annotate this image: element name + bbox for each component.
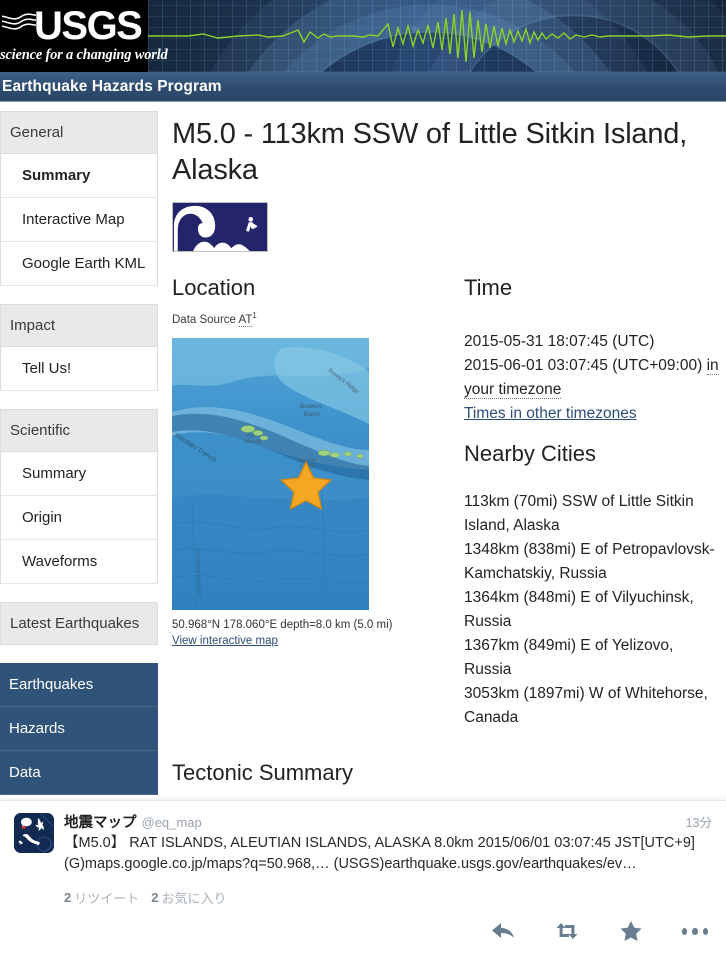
program-bar: Earthquake Hazards Program: [0, 72, 726, 102]
coordinates-text: 50.968°N 178.060°E depth=8.0 km (5.0 mi): [172, 618, 393, 631]
data-source-value[interactable]: AT: [238, 313, 253, 327]
info-columns: Location Data Source AT1 Bowers Basin Bo…: [172, 274, 722, 730]
usgs-logo[interactable]: USGS science for a changing world: [0, 0, 168, 72]
time-utc: 2015-05-31 18:07:45 (UTC): [464, 333, 655, 350]
map-coordinates-caption: 50.968°N 178.060°E depth=8.0 km (5.0 mi)…: [172, 617, 442, 649]
nav-header-scientific: Scientific: [1, 410, 157, 452]
sidebar-item-summary-scientific[interactable]: Summary: [1, 452, 157, 496]
tweet-text: 【M5.0】 RAT ISLANDS, ALEUTIAN ISLANDS, AL…: [64, 835, 695, 872]
program-bar-title: Earthquake Hazards Program: [2, 77, 222, 95]
data-source-footnote[interactable]: 1: [252, 311, 256, 320]
location-heading: Location: [172, 275, 256, 300]
nav-group-impact: Impact Tell Us!: [0, 304, 158, 391]
tectonic-summary-heading: Tectonic Summary: [172, 760, 353, 785]
favorite-count: 2: [151, 890, 159, 905]
time-heading: Time: [464, 275, 513, 300]
list-item: 1367km (849mi) E of Yelizovo, Russia: [464, 637, 674, 678]
sidebar-item-data[interactable]: Data: [0, 751, 158, 795]
sidebar-item-earthquakes[interactable]: Earthquakes: [0, 663, 158, 707]
sidebar-item-interactive-map[interactable]: Interactive Map: [1, 198, 157, 242]
svg-text:Bowers: Bowers: [300, 403, 322, 410]
favorite-label[interactable]: お気に入り: [161, 888, 226, 907]
data-source-line: Data Source AT1: [172, 308, 442, 328]
usgs-earthquake-page: USGS science for a changing world Earthq…: [0, 0, 726, 954]
time-local: 2015-06-01 03:07:45 (UTC+09:00) in your …: [464, 354, 722, 402]
usgs-logo-word: USGS: [34, 4, 143, 48]
sidebar-item-latest-earthquakes[interactable]: Latest Earthquakes: [1, 603, 157, 645]
retweet-icon[interactable]: [554, 918, 580, 944]
main-content: M5.0 - 113km SSW of Little Sitkin Island…: [158, 102, 726, 786]
retweet-count: 2: [64, 890, 72, 905]
usgs-logo-tagline: science for a changing world: [0, 47, 168, 63]
list-item: 1348km (838mi) E of Petropavlovsk-Kamcha…: [464, 541, 715, 582]
sidebar-item-origin[interactable]: Origin: [1, 496, 157, 540]
sidebar-item-summary-general[interactable]: Summary: [1, 154, 157, 198]
list-item: 113km (70mi) SSW of Little Sitkin Island…: [464, 493, 694, 534]
sidebar-item-google-earth-kml[interactable]: Google Earth KML: [1, 242, 157, 286]
data-source-label: Data Source: [172, 313, 236, 326]
seismograph-background: [148, 0, 726, 72]
sidebar-item-hazards[interactable]: Hazards: [0, 707, 158, 751]
avatar-image: [14, 813, 54, 853]
tweet-header: 地震マップ @eq_map 13分: [64, 811, 712, 832]
usgs-wave-mark-icon: [2, 10, 36, 38]
tweet-author-name[interactable]: 地震マップ: [64, 815, 137, 831]
view-interactive-map-link[interactable]: View interactive map: [172, 635, 278, 647]
times-other-timezones-link[interactable]: Times in other timezones: [464, 402, 637, 426]
nav-header-general: General: [1, 112, 157, 154]
time-local-value: 2015-06-01 03:07:45 (UTC+09:00): [464, 357, 703, 374]
tsunami-glyph: [173, 203, 267, 251]
tsunami-wave-icon[interactable]: [172, 202, 268, 252]
page-content: General Summary Interactive Map Google E…: [0, 102, 726, 795]
svg-text:Basin: Basin: [304, 411, 321, 418]
reply-icon[interactable]: [490, 918, 516, 944]
tweet-stats: 2 リツイート 2 お気に入り: [64, 888, 712, 907]
time-and-cities-column: Time 2015-05-31 18:07:45 (UTC) 2015-06-0…: [464, 274, 722, 730]
tweet-actions: [490, 918, 708, 944]
tweet-card: 地震マップ @eq_map 13分 【M5.0】 RAT ISLANDS, ALE…: [0, 800, 726, 954]
usgs-banner: USGS science for a changing world: [0, 0, 726, 72]
retweet-label[interactable]: リツイート: [74, 888, 139, 907]
more-options-icon[interactable]: [682, 918, 708, 944]
nav-group-latest-earthquakes: Latest Earthquakes: [0, 602, 158, 645]
nav-group-site-links: Earthquakes Hazards Data: [0, 663, 158, 795]
nav-header-impact: Impact: [1, 305, 157, 347]
seismograph-trace-icon: [148, 9, 726, 63]
japan-map-avatar-icon[interactable]: [14, 813, 54, 853]
sidebar-item-tell-us[interactable]: Tell Us!: [1, 347, 157, 391]
page-title: M5.0 - 113km SSW of Little Sitkin Island…: [172, 118, 688, 186]
list-item: 3053km (1897mi) W of Whitehorse, Canada: [464, 685, 708, 726]
location-map-thumbnail[interactable]: Bowers Basin Bowers Ridge Rat Islands Al…: [172, 337, 369, 610]
list-item: 1364km (848mi) E of Vilyuchinsk, Russia: [464, 589, 694, 630]
favorite-star-icon[interactable]: [618, 918, 644, 944]
nearby-cities-heading: Nearby Cities: [464, 441, 597, 466]
nav-group-general: General Summary Interactive Map Google E…: [0, 111, 158, 286]
nav-group-scientific: Scientific Summary Origin Waveforms: [0, 409, 158, 584]
sidebar-item-waveforms[interactable]: Waveforms: [1, 540, 157, 584]
sidebar: General Summary Interactive Map Google E…: [0, 102, 158, 795]
tweet-body: 地震マップ @eq_map 13分 【M5.0】 RAT ISLANDS, ALE…: [64, 811, 712, 907]
svg-text:Islands: Islands: [244, 439, 262, 445]
tweet-row: 地震マップ @eq_map 13分 【M5.0】 RAT ISLANDS, ALE…: [14, 811, 712, 907]
tweet-timestamp: 13分: [685, 816, 712, 830]
tweet-author-handle[interactable]: @eq_map: [142, 815, 202, 830]
bathymetry-map-image: Bowers Basin Bowers Ridge Rat Islands Al…: [172, 337, 369, 610]
location-column: Location Data Source AT1 Bowers Basin Bo…: [172, 274, 442, 730]
nearby-cities-section: Nearby Cities 113km (70mi) SSW of Little…: [464, 440, 722, 730]
